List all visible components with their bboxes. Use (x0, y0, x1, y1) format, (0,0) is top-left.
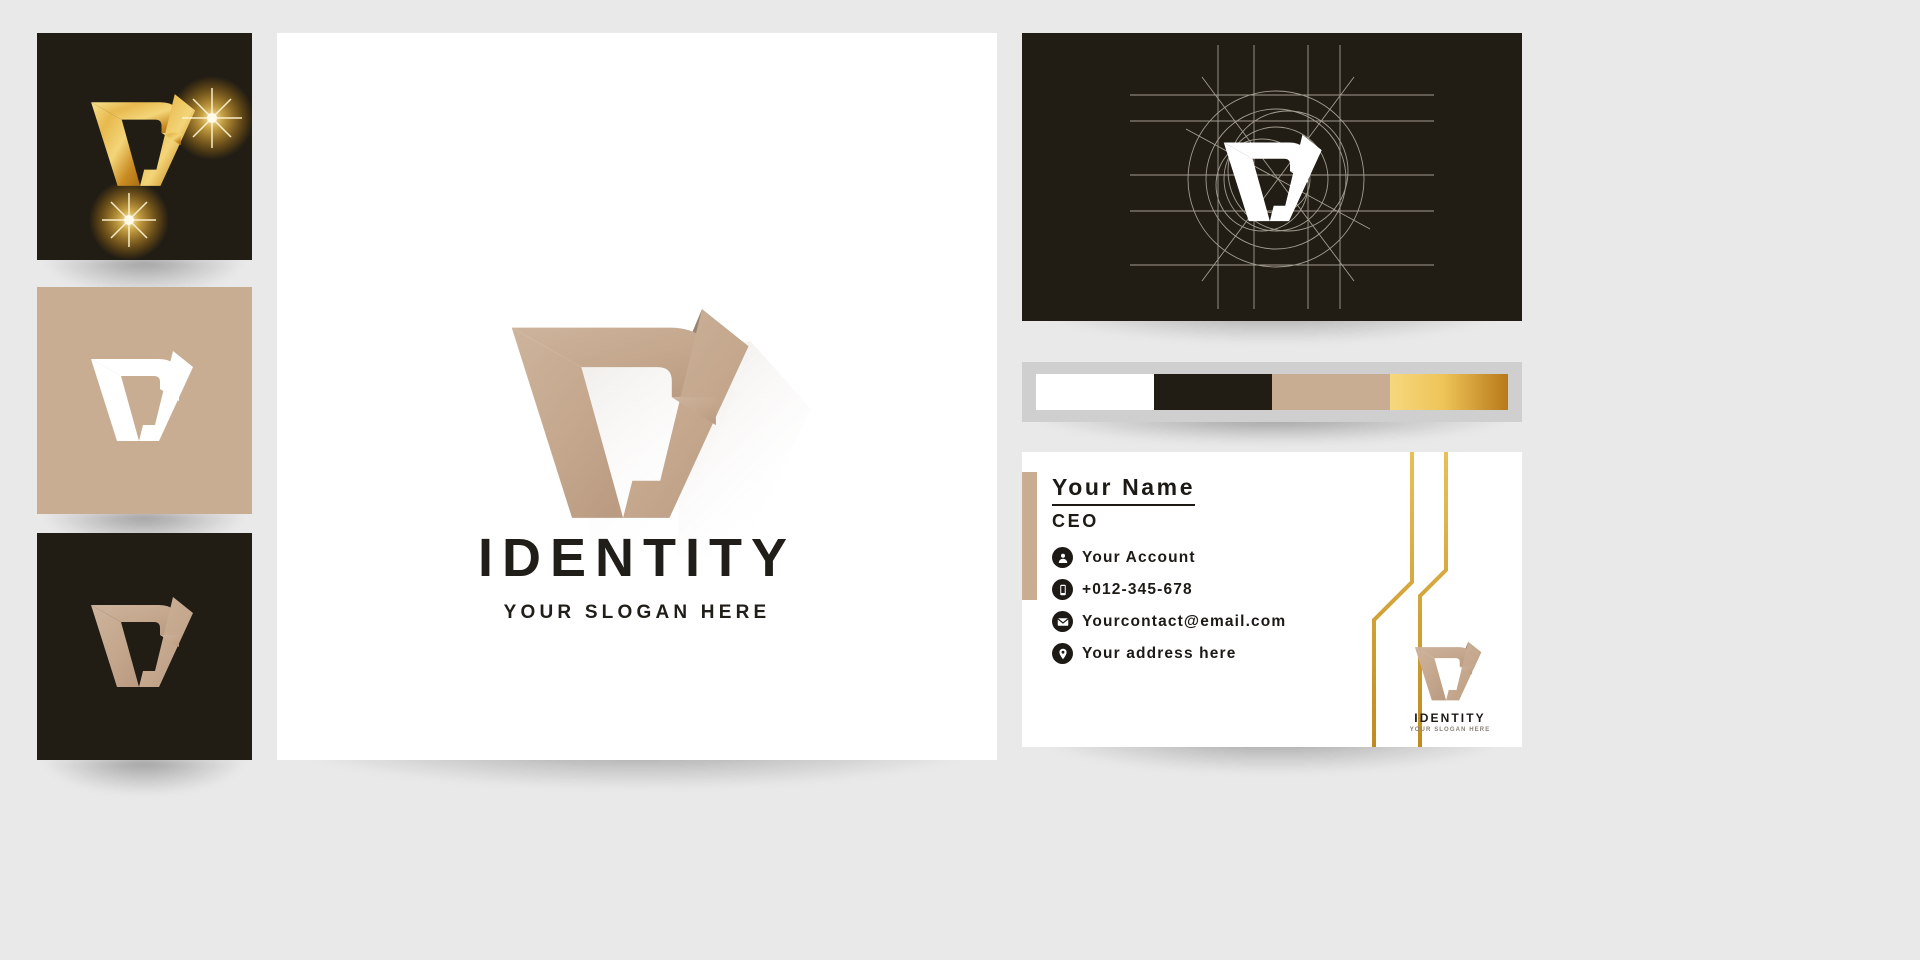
contact-name: Your Name (1052, 474, 1196, 506)
construction-grid (1130, 45, 1434, 309)
accent-bar (1022, 472, 1037, 600)
primary-logo-mark (457, 265, 817, 562)
contact-address-text: Your address here (1082, 644, 1237, 662)
contact-block: Your Name CEO Your Account +012-345-678 (1052, 474, 1342, 675)
card-shadow (44, 758, 244, 794)
color-swatch-gold (1390, 374, 1508, 410)
logo-construction-grid-card (1022, 33, 1522, 321)
contact-role: CEO (1052, 511, 1099, 531)
gold-logo-mark (89, 76, 252, 260)
color-swatch-white (1036, 374, 1154, 410)
color-palette-bar (1022, 362, 1522, 422)
color-swatch-row (1036, 374, 1508, 410)
business-card-logo: IDENTITY YOUR SLOGAN HERE (1396, 638, 1504, 733)
contact-row-phone: +012-345-678 (1052, 579, 1342, 600)
phone-icon (1052, 579, 1073, 600)
tan-logo-mark (91, 597, 193, 687)
wordmark-block: IDENTITY YOUR SLOGAN HERE (277, 531, 997, 624)
contact-row-account: Your Account (1052, 547, 1342, 568)
mini-logo-mark (1414, 641, 1482, 701)
contact-email-text: Yourcontact@email.com (1082, 612, 1287, 630)
mini-tagline: YOUR SLOGAN HERE (1409, 727, 1491, 733)
contact-list: Your Account +012-345-678 Yourcontact@em… (1052, 547, 1342, 664)
user-icon (1052, 547, 1073, 568)
presentation-canvas: IDENTITY YOUR SLOGAN HERE Your Name CEO … (0, 0, 1920, 960)
page-title: IDENTITY (477, 528, 796, 588)
primary-logo-card: IDENTITY YOUR SLOGAN HERE (277, 33, 997, 760)
mini-wordmark: IDENTITY (1414, 711, 1486, 725)
envelope-icon (1052, 611, 1073, 632)
tagline: YOUR SLOGAN HERE (503, 602, 771, 623)
contact-phone-text: +012-345-678 (1082, 580, 1193, 598)
logo-variant-gold-on-dark (37, 33, 252, 260)
location-icon (1052, 643, 1073, 664)
logo-variant-white-on-tan (37, 287, 252, 514)
white-logo-mark (91, 351, 193, 441)
business-card: Your Name CEO Your Account +012-345-678 (1022, 452, 1522, 747)
logo-variant-tan-on-dark (37, 533, 252, 760)
contact-row-email: Yourcontact@email.com (1052, 611, 1342, 632)
color-swatch-black (1154, 374, 1272, 410)
contact-account-text: Your Account (1082, 548, 1196, 566)
contact-row-address: Your address here (1052, 643, 1342, 664)
color-swatch-tan (1272, 374, 1390, 410)
